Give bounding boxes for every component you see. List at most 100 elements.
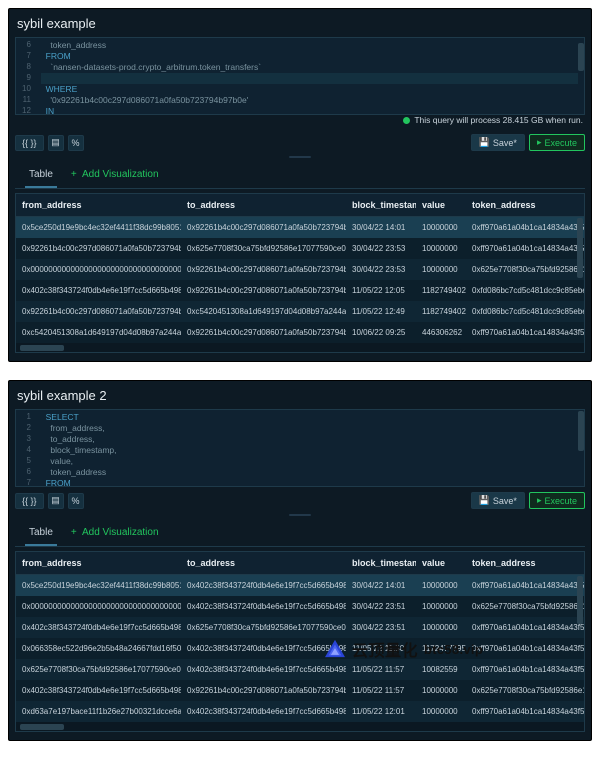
play-icon: ▸ <box>537 495 542 506</box>
v-scrollbar[interactable] <box>576 574 584 722</box>
table-row[interactable]: 0x5ce250d19e9bc4ec32ef4411f38dc99b80519c… <box>16 575 584 596</box>
execute-button[interactable]: ▸Execute <box>529 492 585 509</box>
table-row[interactable]: 0xd63a7e197bace11f1b26e27b00321dcce6a072… <box>16 701 584 722</box>
cell-from-address: 0x625e7708f30ca75bfd92586e17077590ce0b4c… <box>16 659 181 680</box>
table-row[interactable]: 0x00000000000000000000000000000000000000… <box>16 259 584 280</box>
column-header[interactable]: from_address <box>16 194 181 216</box>
format-button[interactable]: ▤ <box>48 135 64 151</box>
cell-token-address: 0xff970a61a04b1ca14834a43f5de4 <box>466 238 584 259</box>
params-button[interactable]: {{ }} <box>15 493 44 509</box>
table-row[interactable]: 0x92261b4c00c297d086071a0fa50b723794b97b… <box>16 301 584 322</box>
save-button[interactable]: 💾Save* <box>471 134 525 151</box>
watermark-logo-icon <box>324 639 346 659</box>
cell-value: 1182749402 <box>416 280 466 301</box>
column-header[interactable]: block_timestamp <box>346 552 416 574</box>
table-row[interactable]: 0x402c38f343724f0db4e6e19f7cc5d665b4981c… <box>16 680 584 701</box>
cell-from-address: 0x402c38f343724f0db4e6e19f7cc5d665b4981c… <box>16 617 181 638</box>
play-icon: ▸ <box>537 137 542 148</box>
cell-value: 10000000 <box>416 238 466 259</box>
h-scrollbar[interactable] <box>16 343 584 352</box>
column-header[interactable]: from_address <box>16 552 181 574</box>
code-area[interactable]: SELECT from_address, to_address, block_t… <box>35 410 584 486</box>
cell-timestamp: 10/06/22 09:25 <box>346 322 416 343</box>
tab-add-visualization[interactable]: + Add Visualization <box>67 523 163 546</box>
v-scrollbar[interactable] <box>576 216 584 343</box>
cell-token-address: 0xff970a61a04b1ca14834a43f5de4 <box>466 217 584 238</box>
cell-to-address: 0x92261b4c00c297d086071a0fa50b723794b97b… <box>181 680 346 701</box>
cell-to-address: 0x92261b4c00c297d086071a0fa50b723794b97b… <box>181 322 346 343</box>
cell-to-address: 0x402c38f343724f0db4e6e19f7cc5d665b4981c… <box>181 575 346 596</box>
cell-value: 10000000 <box>416 701 466 722</box>
plus-icon: + <box>71 169 77 180</box>
cell-from-address: 0x5ce250d19e9bc4ec32ef4411f38dc99b80519c… <box>16 575 181 596</box>
cell-value: 10000000 <box>416 596 466 617</box>
cell-from-address: 0x92261b4c00c297d086071a0fa50b723794b97b… <box>16 238 181 259</box>
cell-token-address: 0x625e7708f30ca75bfd92586e1707 <box>466 680 584 701</box>
sql-editor[interactable]: 6789101112131415 token_address FROM `nan… <box>15 37 585 115</box>
cell-from-address: 0x402c38f343724f0db4e6e19f7cc5d665b4981c… <box>16 680 181 701</box>
tab-table[interactable]: Table <box>25 165 57 188</box>
column-header[interactable]: value <box>416 194 466 216</box>
cell-timestamp: 30/04/22 23:53 <box>346 238 416 259</box>
format-button[interactable]: ▤ <box>48 493 64 509</box>
code-area[interactable]: token_address FROM `nansen-datasets-prod… <box>35 38 584 114</box>
table-row[interactable]: 0x5ce250d19e9bc4ec32ef4411f38dc99b80519c… <box>16 217 584 238</box>
cell-to-address: 0x402c38f343724f0db4e6e19f7cc5d665b4981c… <box>181 596 346 617</box>
table-row[interactable]: 0x402c38f343724f0db4e6e19f7cc5d665b4981c… <box>16 280 584 301</box>
expand-button[interactable]: % <box>68 135 84 151</box>
tab-table[interactable]: Table <box>25 523 57 546</box>
table-row[interactable]: 0xc5420451308a1d649197d04d08b97a244aa3d0… <box>16 322 584 343</box>
cell-to-address: 0x402c38f343724f0db4e6e19f7cc5d665b4981c… <box>181 701 346 722</box>
column-header[interactable]: token_address <box>466 552 584 574</box>
column-header[interactable]: to_address <box>181 194 346 216</box>
column-header[interactable]: value <box>416 552 466 574</box>
status-row: This query will process 28.415 GB when r… <box>9 115 591 129</box>
column-header[interactable]: token_address <box>466 194 584 216</box>
result-tabs: Table + Add Visualization <box>15 159 585 189</box>
table-row[interactable]: 0x00000000000000000000000000000000000000… <box>16 596 584 617</box>
cell-from-address: 0x00000000000000000000000000000000000000… <box>16 596 181 617</box>
cell-token-address: 0xff970a61a04b1ca14834a43f5de4 <box>466 322 584 343</box>
cell-from-address: 0x00000000000000000000000000000000000000… <box>16 259 181 280</box>
cell-to-address: 0x92261b4c00c297d086071a0fa50b723794b97b… <box>181 217 346 238</box>
watermark-text: 云顶量化 <box>352 637 418 661</box>
editor-scrollbar[interactable] <box>577 409 585 487</box>
save-button[interactable]: 💾Save* <box>471 492 525 509</box>
status-text: This query will process 28.415 GB when r… <box>414 115 583 125</box>
tab-add-visualization[interactable]: + Add Visualization <box>67 165 163 188</box>
editor-scrollbar[interactable] <box>577 37 585 115</box>
cell-value: 10000000 <box>416 680 466 701</box>
cell-to-address: 0x92261b4c00c297d086071a0fa50b723794b97b… <box>181 280 346 301</box>
watermark-url: btc58.vip <box>424 642 483 657</box>
toolbar: {{ }}▤% 💾Save*▸Execute <box>9 129 591 155</box>
cell-token-address: 0xfd086bc7cd5c481dcc9c85ebe478a <box>466 301 584 322</box>
expand-button[interactable]: % <box>68 493 84 509</box>
execute-button[interactable]: ▸Execute <box>529 134 585 151</box>
cell-from-address: 0x066358ec522d96e2b5b48a24667fdd16f50833… <box>16 638 181 659</box>
cell-from-address: 0x402c38f343724f0db4e6e19f7cc5d665b4981c… <box>16 280 181 301</box>
table-row[interactable]: 0x066358ec522d96e2b5b48a24667fdd16f50833… <box>16 638 584 659</box>
column-header[interactable]: block_timestamp <box>346 194 416 216</box>
cell-value: 1182749402 <box>416 301 466 322</box>
cell-timestamp: 11/05/22 12:01 <box>346 701 416 722</box>
cell-timestamp: 30/04/22 23:51 <box>346 596 416 617</box>
table-row[interactable]: 0x92261b4c00c297d086071a0fa50b723794b97b… <box>16 238 584 259</box>
results-table: from_addressto_addressblock_timestampval… <box>15 193 585 353</box>
query-card: sybil example 21234567891011 SELECT from… <box>8 380 592 741</box>
results-table: from_addressto_addressblock_timestampval… <box>15 551 585 732</box>
table-row[interactable]: 0x402c38f343724f0db4e6e19f7cc5d665b4981c… <box>16 617 584 638</box>
cell-value: 10000000 <box>416 259 466 280</box>
sql-editor[interactable]: 1234567891011 SELECT from_address, to_ad… <box>15 409 585 487</box>
line-gutter: 6789101112131415 <box>16 38 35 114</box>
cell-to-address: 0xc5420451308a1d649197d04d08b97a244aa3d0… <box>181 301 346 322</box>
params-button[interactable]: {{ }} <box>15 135 44 151</box>
plus-icon: + <box>71 527 77 538</box>
cell-token-address: 0x625e7708f30ca75bfd92586e1707 <box>466 259 584 280</box>
h-scrollbar[interactable] <box>16 722 584 731</box>
result-tabs: Table + Add Visualization <box>15 517 585 547</box>
column-header[interactable]: to_address <box>181 552 346 574</box>
status-dot-icon <box>403 117 410 124</box>
table-row[interactable]: 0x625e7708f30ca75bfd92586e17077590ce0b4c… <box>16 659 584 680</box>
card-title: sybil example 2 <box>9 381 591 409</box>
query-card: sybil example6789101112131415 token_addr… <box>8 8 592 362</box>
